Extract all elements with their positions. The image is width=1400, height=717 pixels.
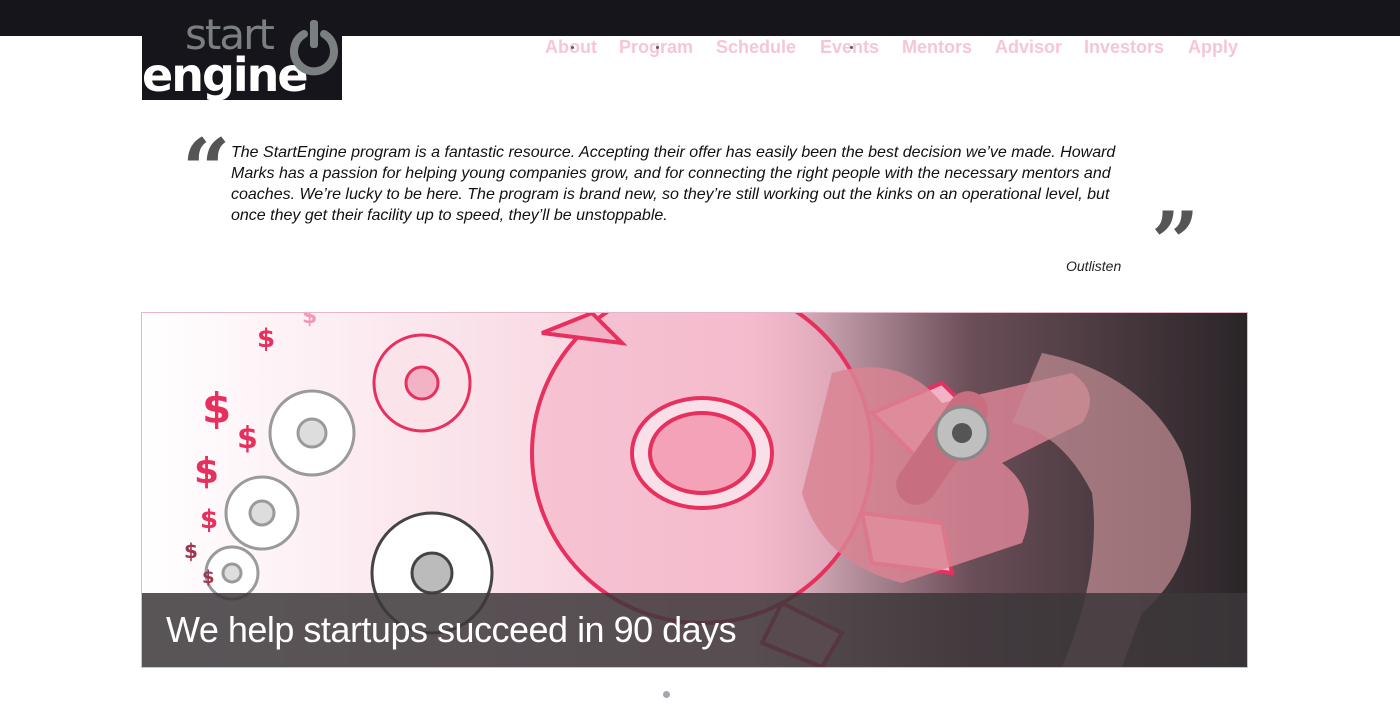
svg-text:$: $ xyxy=(237,421,258,456)
nav-about[interactable]: About xyxy=(545,37,597,58)
svg-text:$: $ xyxy=(194,451,219,492)
submenu-dot-icon xyxy=(656,46,660,49)
open-quote-icon: “ xyxy=(182,120,231,219)
submenu-dot-icon xyxy=(570,46,574,49)
svg-text:$: $ xyxy=(257,324,275,354)
nav-schedule[interactable]: Schedule xyxy=(716,37,796,58)
nav-mentors[interactable]: Mentors xyxy=(902,37,972,58)
slide-caption-bar: We help startups succeed in 90 days xyxy=(142,593,1247,667)
nav-advisor-label: Advisor xyxy=(995,37,1063,57)
nav-events[interactable]: Events xyxy=(820,37,879,58)
svg-text:$: $ xyxy=(200,505,218,535)
nav-investors-label: Investors xyxy=(1084,37,1165,57)
close-quote-icon: ” xyxy=(1151,193,1200,292)
nav-mentors-label: Mentors xyxy=(902,37,973,57)
nav-apply-label: Apply xyxy=(1188,37,1239,57)
svg-text:$: $ xyxy=(202,567,215,588)
nav-investors[interactable]: Investors xyxy=(1084,37,1164,58)
nav-schedule-label: Schedule xyxy=(716,37,797,57)
slider-pagination-dot[interactable] xyxy=(663,691,670,698)
nav-apply[interactable]: Apply xyxy=(1188,37,1238,58)
nav-advisor[interactable]: Advisor xyxy=(995,37,1062,58)
svg-text:$: $ xyxy=(202,384,231,433)
hero-slider[interactable]: $ $ $ $ $ $ $ $ We help startups succeed… xyxy=(141,312,1248,668)
submenu-dot-icon xyxy=(849,46,853,49)
svg-text:$: $ xyxy=(302,313,317,329)
testimonial-text: The StartEngine program is a fantastic r… xyxy=(231,144,1116,224)
nav-program[interactable]: Program xyxy=(619,37,693,58)
main-nav: About Program Schedule Events Mentors Ad… xyxy=(0,36,1400,62)
slide-caption: We help startups succeed in 90 days xyxy=(166,609,737,650)
svg-text:$: $ xyxy=(184,539,198,563)
testimonial-author: Outlisten xyxy=(1066,258,1122,274)
